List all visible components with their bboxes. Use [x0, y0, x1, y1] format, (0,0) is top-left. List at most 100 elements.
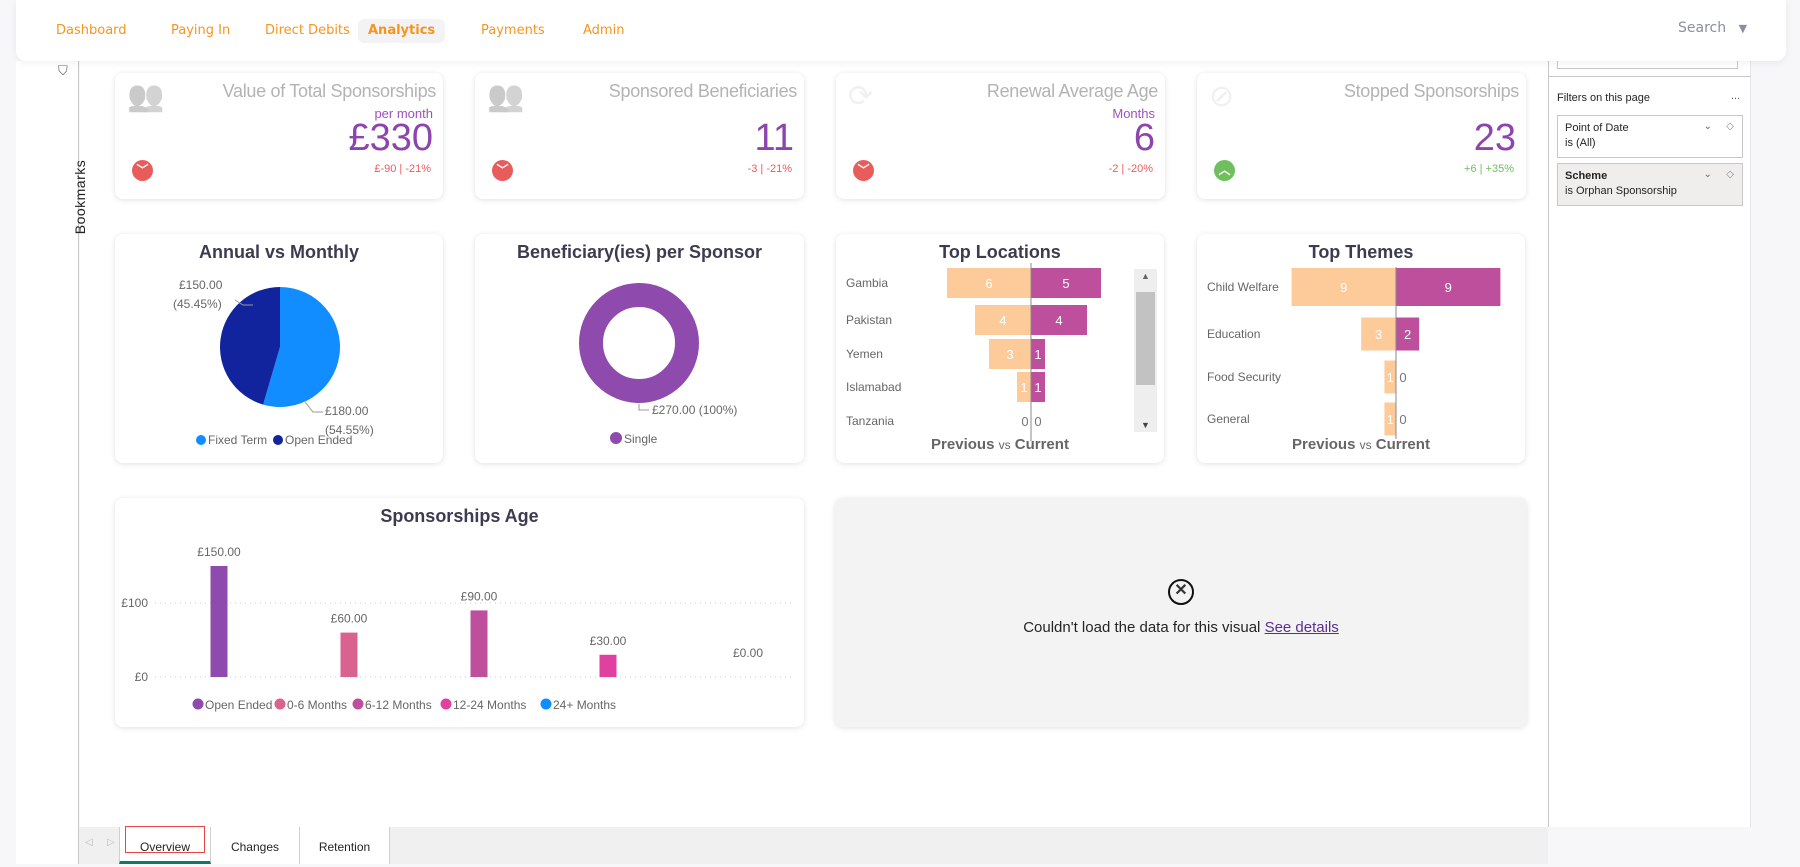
slice-label: £180.00 [325, 404, 369, 418]
sponsor-document-icon: 👥 [127, 80, 165, 113]
footer-previous: Previous [931, 436, 995, 453]
kpi-title: Renewal Average Age [986, 81, 1158, 101]
scrollbar-thumb[interactable] [1136, 292, 1155, 385]
filters-pane: Filters on this page ... Point of Date i… [1548, 53, 1751, 827]
next-page-icon[interactable]: ▷ [107, 837, 115, 848]
search-dropdown[interactable]: Search ▼ [1678, 20, 1747, 36]
bookmark-icon[interactable]: ⛉ [58, 63, 68, 79]
trend-up-icon: ︿ [1214, 160, 1235, 181]
legend-label: 24+ Months [553, 698, 616, 712]
trend-down-icon: ﹀ [492, 160, 513, 181]
bar [340, 632, 358, 677]
eraser-icon[interactable]: ◇ [1726, 119, 1734, 134]
top-themes-card: Top Themes Child Welfare 9 9 Education 3 2 Foo… [1197, 234, 1525, 463]
sponsorships-age-bar-chart: £0 £100 £150.00 £60.00 £90.00 £30.00 £0.00 Open… [121, 545, 795, 712]
data-label: £0.00 [733, 646, 763, 660]
value-label-current: 9 [1445, 280, 1452, 295]
tab-label: Changes [230, 840, 280, 854]
chevron-down-icon[interactable]: ⌄ [1704, 119, 1712, 134]
legend-marker [274, 698, 286, 710]
value-label-previous: 9 [1340, 280, 1347, 295]
top-locations-card: Top Locations Gambia 6 5 Pakistan 4 4 Yemen 3 1 I… [836, 234, 1164, 463]
tab-changes[interactable]: Changes [211, 827, 300, 864]
data-label: £60.00 [331, 612, 368, 626]
filters-title: Filters on this page [1557, 92, 1650, 104]
kpi-card: 👥 Sponsored Beneficiaries 11 ﹀ -3 | -21% [475, 73, 804, 199]
scroll-up-icon[interactable]: ▲ [1136, 271, 1155, 281]
kpi-title: Stopped Sponsorships [1343, 81, 1519, 101]
filter-card-scheme[interactable]: Scheme is Orphan Sponsorship ⌄ ◇ [1557, 163, 1743, 206]
chevron-down-icon[interactable]: ⌄ [1704, 167, 1712, 182]
footer-previous: Previous [1292, 436, 1356, 453]
scrollbar[interactable]: ▲ ▼ [1134, 269, 1157, 432]
footer-vs: vs [1359, 438, 1372, 452]
category-label: Child Welfare [1207, 280, 1279, 294]
chart-footer: Previous vs Current [1197, 436, 1525, 453]
error-close-icon: ✕ [1168, 579, 1194, 605]
legend-label: 12-24 Months [453, 698, 526, 712]
value-label-current: 1 [1034, 380, 1041, 395]
legend-label: Open Ended [285, 433, 352, 447]
value-label-current: 2 [1404, 327, 1411, 342]
legend-marker [440, 698, 452, 710]
value-label-previous: 1 [1387, 412, 1394, 427]
category-label: Yemen [846, 347, 883, 361]
value-label-previous: 4 [999, 313, 1006, 328]
category-label: Islamabad [846, 380, 901, 394]
top-locations-chart: Gambia 6 5Pakistan 4 4Yemen 3 1Islamabad 1 1Tanz… [846, 263, 1101, 441]
beneficiary-per-sponsor-card: Beneficiary(ies) per Sponsor £270.00 (10… [475, 234, 804, 463]
legend-label: Open Ended [205, 698, 272, 712]
value-label-current: 4 [1055, 313, 1062, 328]
annual-vs-monthly-pie: £150.00(45.45%)£180.00(54.55%)Fixed Term… [173, 278, 374, 447]
kpi-change: -3 | -21% [747, 163, 792, 175]
chart-footer: Previous vs Current [836, 436, 1164, 453]
bookmarks-pane[interactable]: ⛉ Bookmarks [16, 61, 88, 864]
category-label: Gambia [846, 276, 888, 290]
nav-analytics[interactable]: Analytics [358, 19, 446, 43]
legend-marker [192, 698, 204, 710]
filter-card-point-of-date[interactable]: Point of Date is (All) ⌄ ◇ [1557, 115, 1743, 158]
renewal-chart-icon: ⟳ [848, 80, 874, 113]
scroll-down-icon[interactable]: ▼ [1136, 420, 1155, 430]
kpi-value: £330 [348, 117, 433, 159]
beneficiary-donut: £270.00 (100%) Single [579, 283, 737, 446]
kpi-change: +6 | +35% [1464, 163, 1514, 175]
y-tick-label: £100 [121, 596, 148, 610]
bar [210, 566, 228, 677]
kpi-card: ⊘ Stopped Sponsorships 23 ︿ +6 | +35% [1197, 73, 1526, 199]
nav-paying-in[interactable]: Paying In [163, 19, 238, 43]
trend-down-icon: ﹀ [132, 160, 153, 181]
nav-dashboard[interactable]: Dashboard [48, 19, 135, 43]
nav-direct-debits[interactable]: Direct Debits [257, 19, 358, 43]
legend-marker [196, 435, 206, 445]
more-options-icon[interactable]: ... [1731, 90, 1740, 102]
nav-admin[interactable]: Admin [575, 19, 632, 43]
legend-marker [540, 698, 552, 710]
kpi-card: 👥 Value of Total Sponsorships per month … [115, 73, 443, 199]
slice-label: £150.00 [179, 278, 223, 292]
bookmarks-label[interactable]: Bookmarks [72, 152, 88, 242]
category-label: Tanzania [846, 414, 894, 428]
see-details-link[interactable]: See details [1265, 619, 1339, 636]
eraser-icon[interactable]: ◇ [1726, 167, 1734, 182]
error-message: Couldn't load the data for this visual [1023, 619, 1261, 636]
filter-value: is (All) [1565, 137, 1596, 149]
value-label-current: 0 [1034, 414, 1041, 429]
page-tabs-bar: ◁ ▷ Overview Changes Retention [79, 826, 1548, 864]
selection-outline [125, 826, 205, 853]
donut-slice [579, 283, 699, 403]
kpi-change: -2 | -20% [1108, 163, 1153, 175]
error-visual: ✕ Couldn't load the data for this visual… [835, 498, 1527, 727]
tab-overview[interactable]: Overview [119, 826, 211, 864]
category-label: Pakistan [846, 313, 892, 327]
value-label-current: 0 [1399, 370, 1406, 385]
tab-retention[interactable]: Retention [300, 827, 390, 864]
category-label: Food Security [1207, 370, 1281, 384]
leader-line [304, 401, 323, 413]
filter-value: is Orphan Sponsorship [1565, 185, 1677, 197]
legend-label: 0-6 Months [287, 698, 347, 712]
nav-payments[interactable]: Payments [473, 19, 553, 43]
kpi-value: 23 [1473, 117, 1516, 159]
data-label: £90.00 [461, 589, 498, 603]
prev-page-icon[interactable]: ◁ [85, 837, 93, 848]
